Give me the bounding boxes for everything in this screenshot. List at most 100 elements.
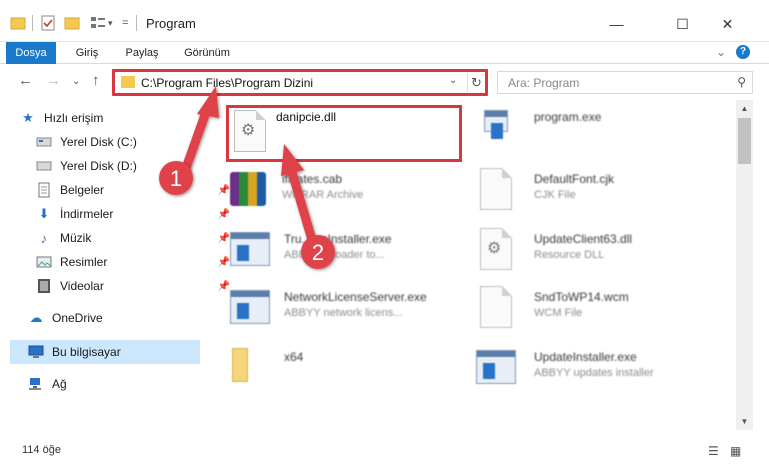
sidebar-item-label: Yerel Disk (D:) — [60, 159, 137, 173]
back-button[interactable]: ← — [18, 72, 33, 89]
file-name: program.exe — [534, 110, 602, 124]
file-highlight-box — [226, 105, 462, 162]
folder-icon — [228, 344, 272, 394]
file-item-x64-folder[interactable]: x64 — [228, 344, 468, 394]
close-button[interactable]: ✕ — [705, 10, 750, 38]
generic-file-icon — [474, 166, 518, 216]
navigation-bar: ← → ⌄ ↑ C:\Program Files\Program Dizini … — [0, 64, 769, 100]
customize-toolbar-icon[interactable]: = — [122, 14, 128, 32]
generic-file-icon — [474, 284, 518, 334]
drive-icon — [36, 158, 52, 174]
cloud-icon: ☁ — [29, 310, 43, 325]
address-highlight-box — [112, 69, 488, 96]
sidebar-item-disk-c[interactable]: Yerel Disk (C:) — [36, 130, 238, 154]
file-name: UpdateInstaller.exe — [534, 350, 637, 364]
scroll-down-icon[interactable]: ▼ — [736, 413, 753, 430]
tab-share[interactable]: Paylaş — [116, 42, 168, 64]
search-icon[interactable]: ⚲ — [737, 75, 746, 89]
status-bar: 114 öğe ☰ ▦ — [0, 436, 769, 464]
file-type: ABBYY updates installer — [534, 367, 654, 379]
network-icon — [28, 376, 44, 392]
sidebar-item-onedrive[interactable]: ☁ OneDrive — [28, 306, 230, 330]
search-input[interactable]: Ara: Program ⚲ — [497, 71, 753, 94]
videos-icon — [36, 278, 52, 294]
file-item-updateclient63-dll[interactable]: ⚙ UpdateClient63.dll Resource DLL — [474, 226, 714, 276]
window-title: Program — [146, 16, 196, 31]
list-view-icon — [90, 15, 106, 31]
view-options-button[interactable] — [90, 14, 106, 32]
sidebar-item-videos[interactable]: Videolar 📌 — [36, 274, 238, 298]
file-type: WinRAR Archive — [282, 189, 364, 201]
vertical-scrollbar[interactable]: ▲ ▼ — [736, 100, 753, 430]
maximize-button[interactable]: ☐ — [660, 10, 705, 38]
quick-access-toolbar — [10, 14, 26, 32]
file-item-defaultfont-cjk[interactable]: DefaultFont.cjk CJK File — [474, 166, 714, 216]
file-name: SndToWP14.wcm — [534, 290, 629, 304]
divider — [136, 15, 137, 31]
large-icons-view-icon[interactable]: ▦ — [730, 444, 741, 458]
file-item-program-exe[interactable]: program.exe — [480, 106, 720, 156]
sidebar-item-label: İndirmeler — [60, 207, 114, 221]
file-name: ificates.cab — [282, 172, 343, 186]
scrollbar-thumb[interactable] — [738, 118, 751, 164]
up-button[interactable]: ↑ — [92, 72, 100, 89]
tab-home[interactable]: Giriş — [62, 42, 112, 64]
file-name: DefaultFont.cjk — [534, 172, 615, 186]
sidebar-item-documents[interactable]: Belgeler 📌 — [36, 178, 238, 202]
sidebar-item-label: Hızlı erişim — [44, 111, 104, 125]
file-item-certificates-cab[interactable]: ificates.cab WinRAR Archive — [228, 166, 468, 216]
file-type: WCM File — [534, 307, 583, 319]
drive-icon — [36, 134, 52, 150]
folder-icon — [64, 15, 80, 31]
divider — [32, 15, 33, 31]
sidebar-item-label: Belgeler — [60, 183, 105, 197]
sidebar-item-disk-d[interactable]: Yerel Disk (D:) — [36, 154, 238, 178]
file-name: x64 — [284, 350, 304, 364]
chevron-down-icon[interactable]: ▾ — [108, 14, 113, 32]
music-icon: ♪ — [40, 230, 48, 246]
file-type: ABBYY network licens... — [284, 307, 403, 319]
file-item-networklicenseserver-exe[interactable]: NetworkLicenseServer.exe ABBYY network l… — [228, 284, 468, 334]
folder-icon — [10, 15, 26, 31]
sidebar-item-downloads[interactable]: ⬇ İndirmeler 📌 — [36, 202, 238, 226]
file-name: NetworkLicenseServer.exe — [284, 290, 427, 304]
pictures-icon — [36, 254, 52, 270]
forward-button[interactable]: → — [46, 72, 61, 89]
sidebar-item-quick-access[interactable]: ★ Hızlı erişim — [20, 106, 222, 130]
title-bar: ▾ = Program — ☐ ✕ — [0, 0, 769, 42]
sidebar-item-label: OneDrive — [52, 311, 103, 325]
item-count: 114 öğe — [22, 444, 61, 456]
downloads-icon: ⬇ — [38, 206, 50, 221]
star-icon: ★ — [22, 110, 34, 125]
scroll-up-icon[interactable]: ▲ — [736, 100, 753, 117]
details-view-icon[interactable]: ☰ — [708, 444, 719, 458]
sidebar-item-pictures[interactable]: Resimler 📌 — [36, 250, 238, 274]
help-icon[interactable]: ? — [736, 45, 750, 59]
properties-button[interactable] — [40, 14, 56, 32]
exe-file-icon — [480, 106, 524, 156]
expand-ribbon-icon[interactable]: ⌄ — [716, 45, 726, 59]
exe-file-icon — [228, 226, 272, 276]
ribbon-tabs: Dosya Giriş Paylaş Görünüm ⌄ ? — [0, 42, 769, 92]
sidebar-item-this-pc[interactable]: Bu bilgisayar — [10, 340, 200, 364]
sidebar-item-network[interactable]: Ağ — [28, 372, 230, 396]
file-list: ⚙ danipcie.dll program.exe ificates.cab … — [212, 100, 736, 440]
file-name: Tru...msInstaller.exe — [284, 232, 392, 246]
file-item-updateinstaller-exe[interactable]: UpdateInstaller.exe ABBYY updates instal… — [474, 344, 714, 394]
sidebar-item-label: Videolar — [60, 279, 104, 293]
minimize-button[interactable]: — — [594, 10, 639, 38]
new-folder-button[interactable] — [64, 14, 80, 32]
sidebar-item-label: Resimler — [60, 255, 108, 269]
file-type: ABBYY ...loader to... — [284, 249, 385, 261]
file-item-installer-exe[interactable]: Tru...msInstaller.exe ABBYY ...loader to… — [228, 226, 468, 276]
recent-locations-button[interactable]: ⌄ — [72, 76, 80, 87]
file-type: Resource DLL — [534, 249, 605, 261]
file-item-sndtowp14-wcm[interactable]: SndToWP14.wcm WCM File — [474, 284, 714, 334]
sidebar-item-label: Bu bilgisayar — [52, 345, 121, 359]
archive-file-icon — [228, 166, 272, 216]
tab-view[interactable]: Görünüm — [176, 42, 238, 64]
sidebar-item-music[interactable]: ♪ Müzik 📌 — [36, 226, 238, 250]
sidebar-item-label: Ağ — [52, 377, 67, 391]
sidebar-item-label: Müzik — [60, 231, 92, 245]
file-type: CJK File — [534, 189, 576, 201]
